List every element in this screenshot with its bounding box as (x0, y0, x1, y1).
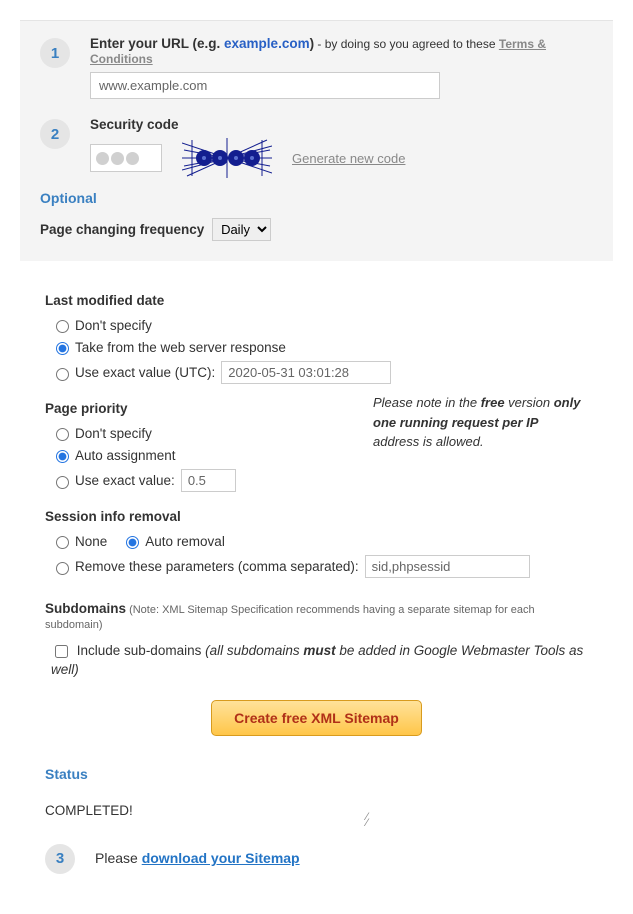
agree-text: - by doing so you agreed to these (314, 37, 499, 51)
subdomains-label: Subdomains (Note: XML Sitemap Specificat… (45, 601, 588, 631)
priority-opt2-label: Auto assignment (75, 448, 176, 463)
status-section: Status COMPLETED! ⁄⁄ 3 Please download y… (20, 746, 613, 884)
lastmod-opt1-label: Don't specify (75, 318, 152, 333)
lastmod-opt2-label: Take from the web server response (75, 340, 286, 355)
lastmod-value-input[interactable] (221, 361, 391, 384)
priority-opt1-label: Don't specify (75, 426, 152, 441)
url-input[interactable] (90, 72, 440, 99)
step-1-row: 1 Enter your URL (e.g. example.com) - by… (40, 36, 593, 99)
priority-label: Page priority (45, 401, 353, 416)
session-none-radio[interactable] (56, 536, 69, 549)
frequency-row: Page changing frequency Daily (40, 218, 593, 241)
captcha-image (182, 138, 272, 178)
resize-handle-icon: ⁄⁄ (366, 814, 368, 826)
priority-note: Please note in the free version only one… (373, 387, 588, 452)
dot-icon (111, 152, 124, 165)
status-title: Status (45, 766, 588, 782)
session-opt2-label: Auto removal (145, 534, 225, 549)
session-label: Session info removal (45, 509, 588, 524)
priority-opt3-label: Use exact value: (75, 473, 175, 488)
step-1-number: 1 (40, 38, 70, 68)
url-label-prefix: Enter your URL (e.g. (90, 36, 224, 51)
include-subdomains-checkbox[interactable] (55, 645, 68, 658)
please-text: Please (95, 850, 142, 866)
status-box: COMPLETED! ⁄⁄ (45, 797, 588, 824)
session-opt3-label: Remove these parameters (comma separated… (75, 559, 359, 574)
step-3-number: 3 (45, 844, 75, 874)
dot-icon (126, 152, 139, 165)
step-2-number: 2 (40, 119, 70, 149)
step-2-row: 2 Security code (40, 117, 593, 178)
dot-icon (96, 152, 109, 165)
lastmod-exact-radio[interactable] (56, 368, 69, 381)
frequency-label: Page changing frequency (40, 222, 204, 237)
create-sitemap-button[interactable]: Create free XML Sitemap (211, 700, 422, 736)
generate-code-link[interactable]: Generate new code (292, 151, 405, 166)
session-opt1-label: None (75, 534, 107, 549)
session-auto-radio[interactable] (126, 536, 139, 549)
lastmod-dont-specify-radio[interactable] (56, 320, 69, 333)
lastmod-opt3-label: Use exact value (UTC): (75, 365, 215, 380)
priority-dont-specify-radio[interactable] (56, 428, 69, 441)
frequency-select[interactable]: Daily (212, 218, 271, 241)
priority-exact-radio[interactable] (56, 476, 69, 489)
security-label: Security code (90, 117, 593, 132)
subdomains-check-label: Include sub-domains (77, 643, 205, 658)
url-label: Enter your URL (e.g. example.com) - by d… (90, 36, 593, 66)
optional-title: Optional (40, 190, 593, 206)
example-link[interactable]: example.com (224, 36, 310, 51)
session-params-input[interactable] (365, 555, 530, 578)
options-section: Last modified date Don't specify Take fr… (20, 269, 613, 736)
subdomains-row: Include sub-domains (all subdomains must… (45, 637, 588, 685)
lastmod-label: Last modified date (45, 293, 588, 308)
status-completed: COMPLETED! (45, 803, 133, 818)
lastmod-server-radio[interactable] (56, 342, 69, 355)
priority-value-input[interactable] (181, 469, 236, 492)
priority-auto-radio[interactable] (56, 450, 69, 463)
form-section: 1 Enter your URL (e.g. example.com) - by… (20, 20, 613, 261)
download-sitemap-link[interactable]: download your Sitemap (142, 850, 300, 866)
session-remove-radio[interactable] (56, 562, 69, 575)
captcha-input[interactable] (90, 144, 162, 172)
